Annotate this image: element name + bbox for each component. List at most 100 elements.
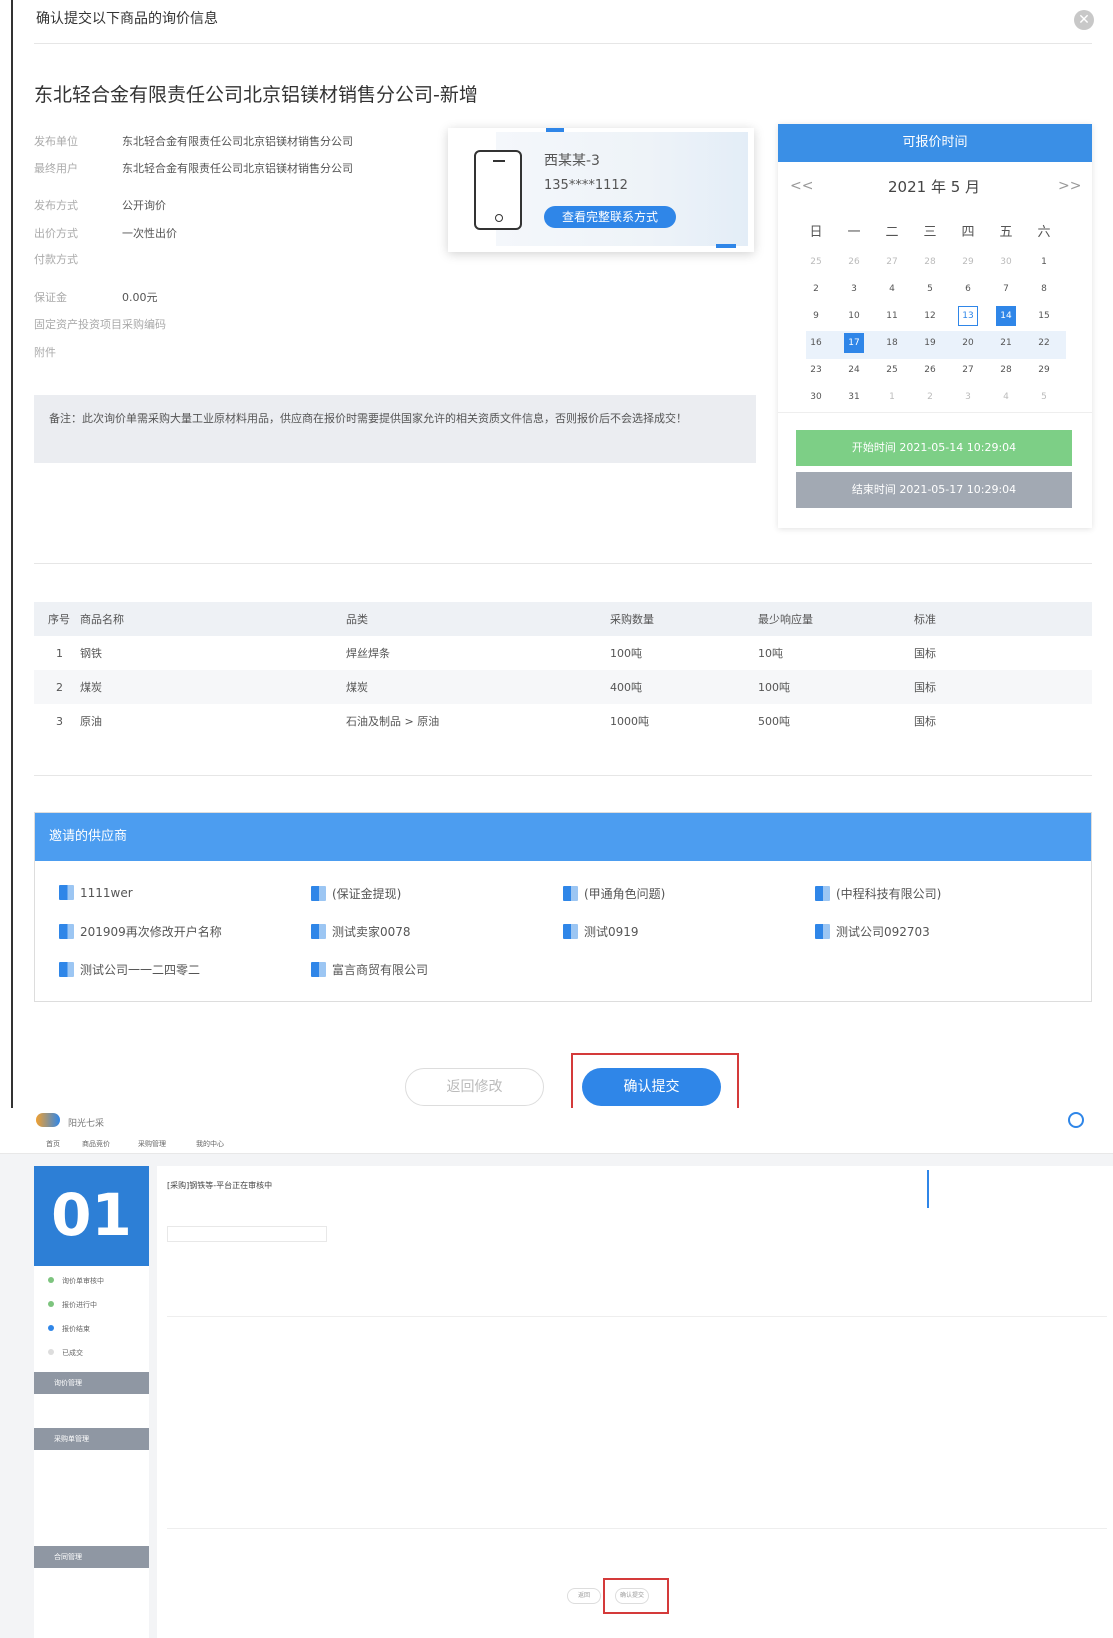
info-label: 发布方式	[34, 199, 78, 212]
calendar-day[interactable]: 20	[958, 333, 978, 353]
back-to-edit-button[interactable]: 返回修改	[405, 1068, 544, 1106]
building-icon	[563, 886, 578, 901]
calendar-day[interactable]: 25	[882, 360, 902, 380]
tab-strip[interactable]	[167, 1226, 327, 1242]
calendar-day[interactable]: 27	[958, 360, 978, 380]
back-button[interactable]: 返回	[567, 1588, 601, 1604]
contact-phone: 135****1112	[544, 178, 628, 193]
divider	[34, 775, 1092, 776]
avatar[interactable]	[1068, 1112, 1084, 1128]
close-icon[interactable]: ✕	[1074, 10, 1094, 30]
detail-title: [采购]钢铁等-平台正在审核中	[167, 1181, 273, 1190]
nav-item[interactable]: 首页	[46, 1139, 60, 1149]
calendar-day[interactable]: 5	[920, 279, 940, 299]
calendar-day[interactable]: 19	[920, 333, 940, 353]
calendar-day[interactable]: 12	[920, 306, 940, 326]
calendar-day[interactable]: 4	[882, 279, 902, 299]
calendar-day[interactable]: 3	[958, 387, 978, 407]
sidebar-group[interactable]: 合同管理	[34, 1546, 149, 1568]
table-row: 1 钢铁 焊丝焊条 100吨 10吨 国标	[34, 636, 1092, 670]
info-value: 东北轻合金有限责任公司北京铝镁材销售分公司	[122, 135, 353, 148]
supplier-name: (甲通角色问题)	[584, 887, 666, 901]
table-cell: 原油	[80, 715, 102, 728]
table-cell: 500吨	[758, 715, 790, 728]
view-contact-button[interactable]: 查看完整联系方式	[544, 206, 676, 228]
calendar-day[interactable]: 5	[1034, 387, 1054, 407]
calendar-day[interactable]: 26	[844, 252, 864, 272]
logo-icon	[36, 1113, 60, 1127]
calendar-day[interactable]: 24	[844, 360, 864, 380]
contact-card: 西某某-3 135****1112 查看完整联系方式	[448, 128, 754, 252]
calendar-day[interactable]: 1	[882, 387, 902, 407]
table-cell: 1	[56, 646, 63, 660]
step-item: 已成交	[48, 1348, 83, 1358]
col-header: 标准	[914, 602, 1092, 636]
prev-month-button[interactable]: <<	[790, 178, 813, 194]
calendar-day[interactable]: 30	[996, 252, 1016, 272]
calendar-day[interactable]: 8	[1034, 279, 1054, 299]
calendar-day[interactable]: 28	[920, 252, 940, 272]
calendar-day[interactable]: 17	[844, 333, 864, 353]
building-icon	[311, 962, 326, 977]
calendar-day[interactable]: 15	[1034, 306, 1054, 326]
nav-item[interactable]: 采购管理	[138, 1139, 166, 1149]
nav-item[interactable]: 商品竞价	[82, 1139, 110, 1149]
info-row: 附件	[34, 344, 56, 360]
info-value: 公开询价	[122, 199, 166, 212]
supplier-name: 201909再次修改开户名称	[80, 925, 222, 939]
calendar-day[interactable]: 30	[806, 387, 826, 407]
supplier-name: (保证金提现)	[332, 887, 402, 901]
calendar-day[interactable]: 29	[958, 252, 978, 272]
sidebar-group[interactable]: 采购单管理	[34, 1428, 149, 1450]
company-title: 东北轻合金有限责任公司北京铝镁材销售分公司-新增	[34, 84, 478, 106]
table-cell: 100吨	[758, 670, 914, 704]
main-nav: 首页 商品竞价 采购管理 我的中心	[0, 1132, 1113, 1154]
calendar-day[interactable]: 22	[1034, 333, 1054, 353]
calendar-day[interactable]: 31	[844, 387, 864, 407]
divider	[34, 563, 1092, 564]
calendar-day[interactable]: 23	[806, 360, 826, 380]
building-icon	[59, 885, 74, 900]
calendar-day[interactable]: 3	[844, 279, 864, 299]
next-month-button[interactable]: >>	[1058, 178, 1081, 194]
info-label: 保证金	[34, 291, 67, 304]
calendar-day[interactable]: 25	[806, 252, 826, 272]
calendar-day[interactable]: 11	[882, 306, 902, 326]
calendar-day[interactable]: 2	[806, 279, 826, 299]
calendar-month: 2021 年 5 月	[888, 178, 981, 196]
calendar-header: 可报价时间	[778, 124, 1092, 162]
progress-sidebar: 01 询价单审核中 报价进行中 报价结束 已成交 询价管理 采购单管理 合同管理	[34, 1166, 149, 1638]
calendar-day[interactable]: 18	[882, 333, 902, 353]
nav-item[interactable]: 我的中心	[196, 1139, 224, 1149]
calendar-day[interactable]: 4	[996, 387, 1016, 407]
sidebar-group[interactable]: 询价管理	[34, 1372, 149, 1394]
info-label: 固定资产投资项目采购编码	[34, 318, 166, 331]
table-cell: 焊丝焊条	[346, 647, 390, 660]
divider	[34, 43, 1092, 44]
step-item: 询价单审核中	[48, 1276, 104, 1286]
calendar-day[interactable]: 13	[958, 306, 978, 326]
calendar-day[interactable]: 28	[996, 360, 1016, 380]
step-number: 01	[34, 1166, 149, 1266]
calendar-day[interactable]: 21	[996, 333, 1016, 353]
calendar-day[interactable]: 27	[882, 252, 902, 272]
calendar-day[interactable]: 9	[806, 306, 826, 326]
calendar-day[interactable]: 26	[920, 360, 940, 380]
info-label: 付款方式	[34, 253, 78, 266]
calendar-day[interactable]: 16	[806, 333, 826, 353]
calendar-day[interactable]: 10	[844, 306, 864, 326]
calendar-day[interactable]: 1	[1034, 252, 1054, 272]
contact-name: 西某某-3	[544, 153, 600, 169]
dialog-title: 确认提交以下商品的询价信息	[36, 11, 218, 27]
building-icon	[563, 924, 578, 939]
info-row: 保证金 0.00元	[34, 289, 158, 305]
supplier-name: 测试公司092703	[836, 925, 930, 939]
calendar-day[interactable]: 29	[1034, 360, 1054, 380]
info-row: 出价方式 一次性出价	[34, 225, 177, 241]
table-cell: 1000吨	[610, 715, 649, 728]
col-header: 序号	[34, 602, 80, 636]
calendar-day[interactable]: 2	[920, 387, 940, 407]
calendar-day[interactable]: 6	[958, 279, 978, 299]
calendar-day[interactable]: 7	[996, 279, 1016, 299]
calendar-day[interactable]: 14	[996, 306, 1016, 326]
